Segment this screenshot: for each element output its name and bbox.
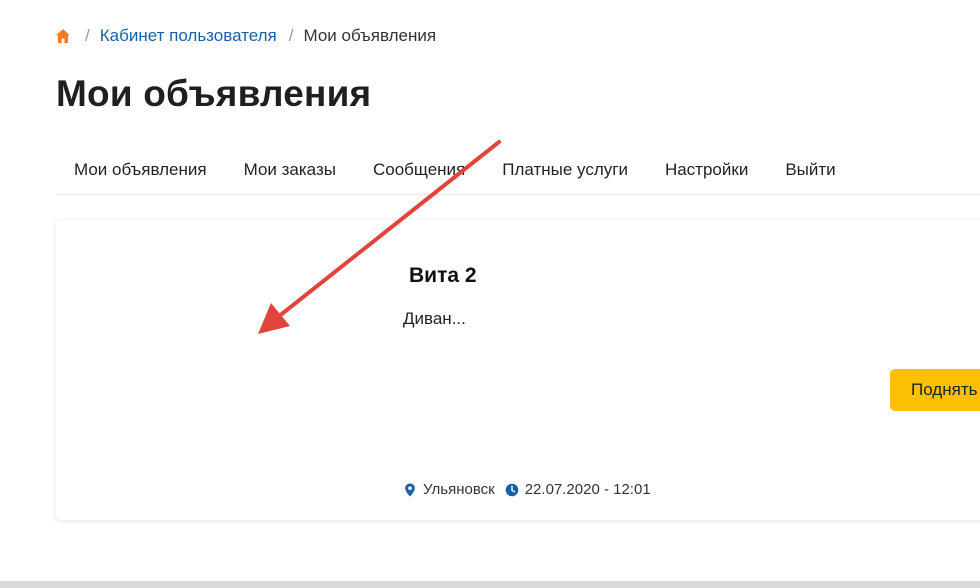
tab-logout[interactable]: Выйти — [785, 160, 835, 180]
ad-title[interactable]: Вита 2 — [409, 264, 477, 288]
tab-my-ads[interactable]: Мои объявления — [74, 160, 207, 180]
ad-meta: Ульяновск 22.07.2020 - 12:01 — [403, 481, 651, 498]
breadcrumb-current: Мои объявления — [303, 26, 437, 45]
breadcrumb-link-cabinet[interactable]: Кабинет пользователя — [100, 26, 277, 46]
ad-description: Диван... — [403, 309, 466, 328]
location-pin-icon — [403, 483, 417, 497]
clock-icon — [505, 483, 519, 497]
raise-ad-button[interactable]: Поднять — [890, 369, 980, 411]
horizontal-scrollbar[interactable] — [0, 581, 980, 588]
breadcrumb-separator: / — [288, 26, 294, 45]
ad-card: Вита 2 Диван... Поднять Ульяновск 22.07.… — [56, 220, 980, 520]
ad-date: 22.07.2020 - 12:01 — [524, 481, 651, 498]
tab-my-orders[interactable]: Мои заказы — [244, 160, 336, 180]
tab-settings[interactable]: Настройки — [665, 160, 748, 180]
tab-messages[interactable]: Сообщения — [373, 160, 465, 180]
tab-paid-services[interactable]: Платные услуги — [502, 160, 628, 180]
account-tabs: Мои объявления Мои заказы Сообщения Плат… — [56, 146, 980, 195]
page: / Кабинет пользователя / Мои объявления … — [0, 0, 980, 588]
breadcrumb: / Кабинет пользователя / Мои объявления — [55, 26, 436, 46]
home-icon[interactable] — [55, 28, 71, 44]
ad-city: Ульяновск — [423, 481, 495, 498]
breadcrumb-separator: / — [85, 26, 90, 45]
page-title: Мои объявления — [56, 73, 372, 114]
